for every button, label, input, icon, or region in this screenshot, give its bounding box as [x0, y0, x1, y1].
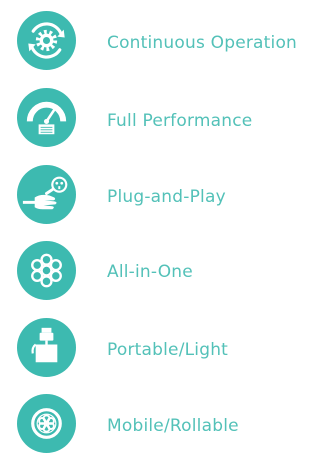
feature-label: All-in-One	[107, 262, 193, 282]
feature-label: Plug-and-Play	[107, 187, 226, 207]
gear-cycle-icon	[17, 11, 76, 70]
speedometer-icon	[17, 88, 76, 147]
feature-label: Full Performance	[107, 111, 253, 131]
wheel-icon	[17, 394, 76, 453]
circle-cluster-icon	[17, 241, 76, 300]
feature-plug-and-play: Plug-and-Play	[0, 160, 321, 236]
feature-label: Mobile/Rollable	[107, 416, 239, 436]
feature-full-performance: Full Performance	[0, 84, 321, 160]
feature-continuous-operation: Continuous Operation	[0, 8, 321, 84]
feature-label: Continuous Operation	[107, 33, 298, 53]
feature-all-in-one: All-in-One	[0, 237, 321, 313]
battery-pack-icon	[17, 318, 76, 377]
feature-label: Portable/Light	[107, 340, 229, 360]
hand-plug-icon	[17, 165, 76, 224]
feature-mobile-rollable: Mobile/Rollable	[0, 390, 321, 466]
feature-portable-light: Portable/Light	[0, 313, 321, 389]
feature-list: Continuous Operation Full Performance Pl…	[0, 0, 321, 453]
